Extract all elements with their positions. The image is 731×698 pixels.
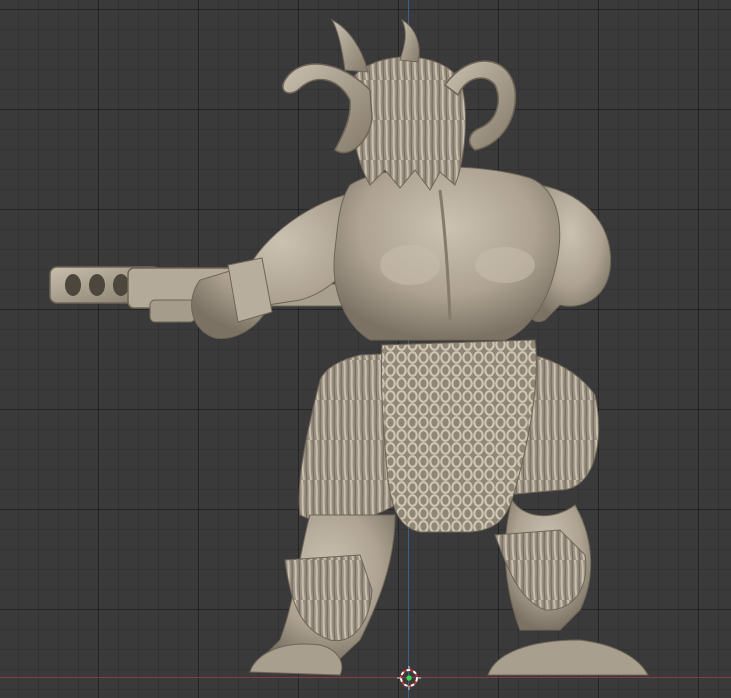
sculpt-model[interactable]	[0, 0, 731, 698]
base-rock-left	[249, 643, 343, 676]
base-rock-right	[487, 639, 649, 676]
3d-cursor-icon[interactable]	[397, 666, 421, 690]
3d-viewport[interactable]	[0, 0, 731, 698]
